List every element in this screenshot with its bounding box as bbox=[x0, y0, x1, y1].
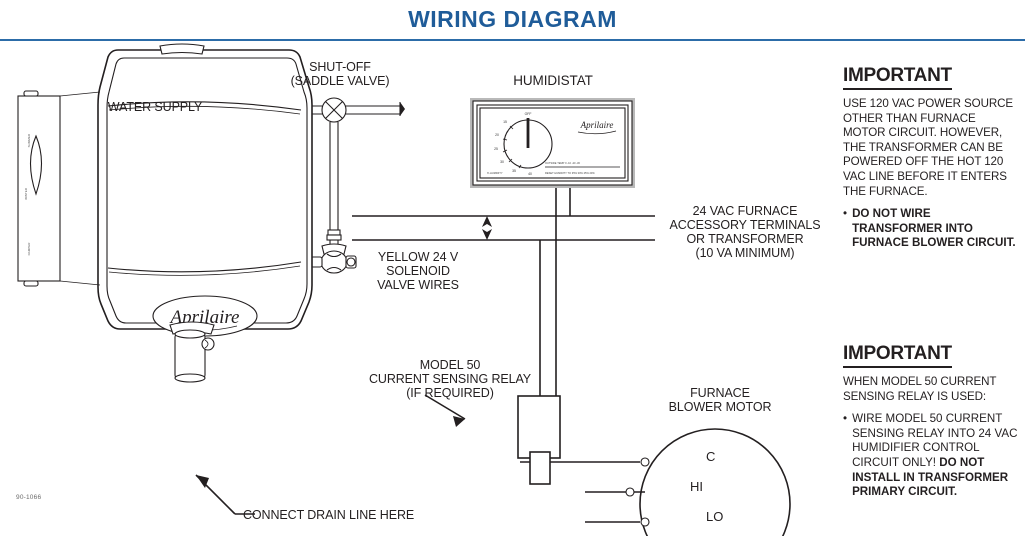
svg-text:RESET HUMIDITY TO 35% 30%: RESET HUMIDITY TO 35% 30% 25% 20% bbox=[545, 171, 595, 175]
svg-text:40: 40 bbox=[528, 172, 532, 176]
important-heading-2: IMPORTANT bbox=[843, 343, 952, 368]
important-bullet-text-2: WIRE MODEL 50 CURRENT SENSING RELAY INTO… bbox=[852, 412, 1021, 500]
svg-text:Aprilaire: Aprilaire bbox=[580, 120, 614, 130]
label-furnace-blower-motor: FURNACE BLOWER MOTOR bbox=[668, 386, 772, 414]
water-tube bbox=[326, 122, 342, 246]
svg-text:35: 35 bbox=[512, 169, 516, 173]
important-bullet-2: • WIRE MODEL 50 CURRENT SENSING RELAY IN… bbox=[843, 412, 1021, 500]
wiring-diagram-page: WIRING DIAGRAM Aprilaire SUMMER WINTER D… bbox=[0, 0, 1025, 536]
svg-text:30: 30 bbox=[500, 160, 504, 164]
label-model-50-relay: MODEL 50 CURRENT SENSING RELAY (IF REQUI… bbox=[368, 358, 532, 400]
important-body-1: USE 120 VAC POWER SOURCE OTHER THAN FURN… bbox=[843, 97, 1014, 198]
motor-terminal-lo: LO bbox=[706, 509, 724, 524]
svg-text:OUTSIDE TEMP 0 -10 -20: OUTSIDE TEMP 0 -10 -20 -30 bbox=[545, 161, 580, 165]
svg-text:OFF: OFF bbox=[525, 112, 532, 116]
svg-text:DAMPER: DAMPER bbox=[27, 242, 31, 256]
solenoid-valve bbox=[310, 243, 357, 274]
svg-text:15: 15 bbox=[503, 120, 507, 124]
damper-panel: SUMMER WINTER DAMPER bbox=[17, 90, 101, 287]
important-heading-1: IMPORTANT bbox=[843, 65, 952, 90]
drain-spigot bbox=[169, 321, 215, 383]
label-water-supply: WATER SUPPLY bbox=[107, 100, 203, 114]
label-yellow-solenoid-wires: YELLOW 24 V SOLENOID VALVE WIRES bbox=[377, 250, 459, 292]
important-bullet-normal-2: WIRE MODEL 50 CURRENT SENSING RELAY INTO… bbox=[852, 412, 1018, 469]
important-body-2: WHEN MODEL 50 CURRENT SENSING RELAY IS U… bbox=[843, 375, 997, 403]
label-shutoff-saddle-valve: SHUT-OFF (SADDLE VALVE) bbox=[290, 60, 390, 88]
model-50-relay bbox=[517, 395, 561, 485]
humidistat-unit: OFF 15 20 25 30 35 40 Aprilaire OUTSIDE … bbox=[470, 98, 635, 188]
page-title: WIRING DIAGRAM bbox=[408, 6, 617, 32]
humidifier-cabinet: Aprilaire SUMMER WINTER DAMPER bbox=[17, 43, 313, 383]
important-block-power-source: IMPORTANT USE 120 VAC POWER SOURCE OTHER… bbox=[843, 65, 1021, 251]
motor-terminal-c: C bbox=[706, 449, 716, 464]
wiring-lines bbox=[352, 188, 655, 523]
bullet-dot-icon: • bbox=[843, 207, 848, 221]
svg-text:25: 25 bbox=[494, 147, 498, 151]
svg-text:SUMMER: SUMMER bbox=[27, 133, 31, 147]
part-number: 90-1066 bbox=[16, 494, 42, 501]
important-bullet-text-1: DO NOT WIRE TRANSFORMER INTO FURNACE BLO… bbox=[852, 207, 1016, 250]
svg-text:20: 20 bbox=[495, 133, 499, 137]
header-divider bbox=[0, 39, 1025, 41]
important-bullet-1: • DO NOT WIRE TRANSFORMER INTO FURNACE B… bbox=[843, 207, 1021, 251]
label-humidistat: HUMIDISTAT bbox=[513, 73, 593, 88]
svg-text:WINTER: WINTER bbox=[24, 187, 28, 200]
motor-terminal-hi: HI bbox=[690, 479, 703, 494]
bullet-dot-icon-2: • bbox=[843, 412, 848, 426]
label-connect-drain-line: CONNECT DRAIN LINE HERE bbox=[243, 508, 415, 522]
wire-direction-arrows bbox=[482, 216, 492, 240]
label-24vac-furnace-accessory: 24 VAC FURNACE ACCESSORY TERMINALS OR TR… bbox=[669, 204, 821, 260]
saddle-valve-icon bbox=[321, 97, 347, 123]
svg-text:% HUMIDITY: % HUMIDITY bbox=[487, 171, 503, 175]
important-block-model-50: IMPORTANT WHEN MODEL 50 CURRENT SENSING … bbox=[843, 343, 1021, 500]
